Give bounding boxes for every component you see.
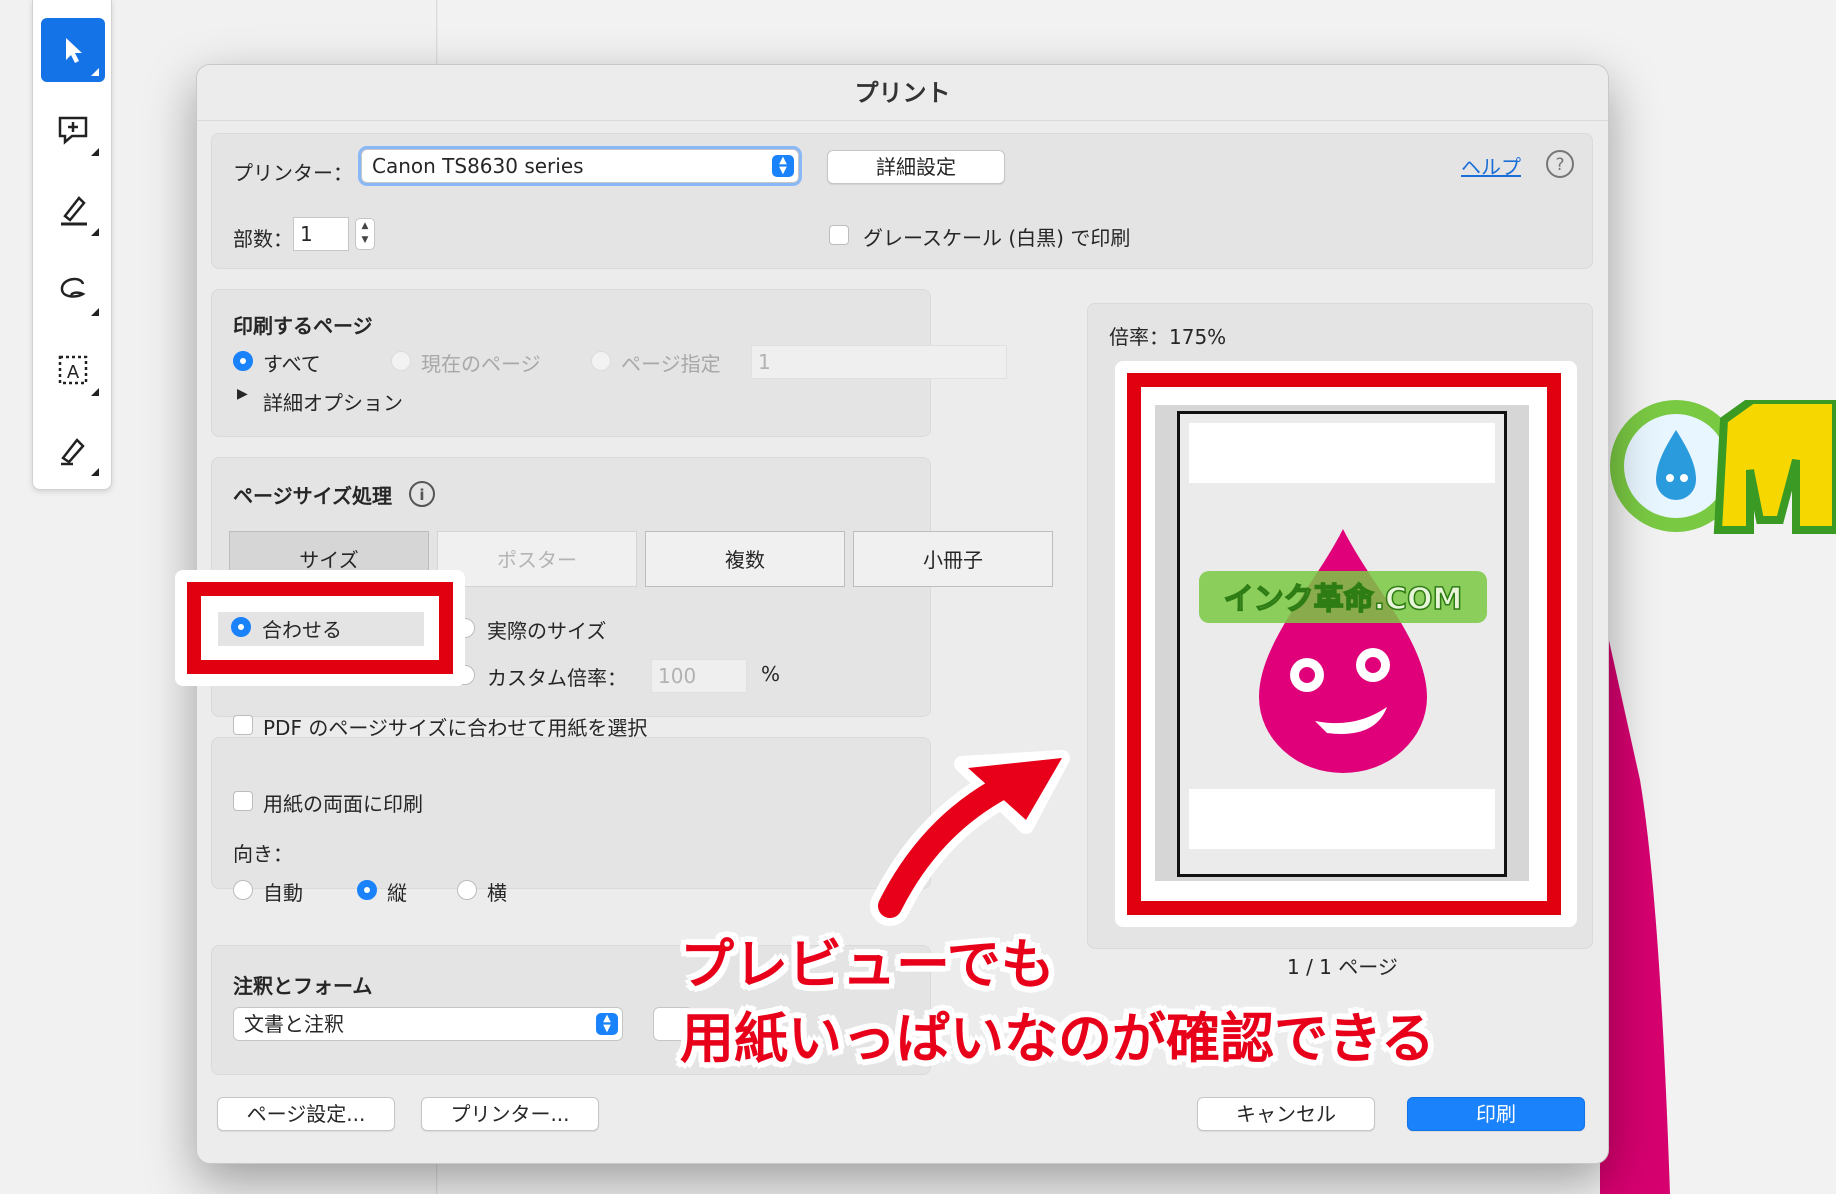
background-logo-art (1600, 400, 1836, 1194)
percent-label: % (761, 662, 781, 686)
orientation-landscape-label: 横 (487, 881, 507, 905)
copies-stepper[interactable]: ▲ ▼ (355, 218, 375, 250)
svg-text:?: ? (1555, 155, 1564, 175)
pages-range-label: ページ指定 (621, 352, 721, 376)
copies-input[interactable]: 1 (293, 217, 349, 251)
orientation-portrait-radio[interactable] (357, 880, 377, 900)
select-tool[interactable] (41, 18, 105, 82)
page-size-title: ページサイズ処理 (233, 484, 392, 508)
pen-sign-icon (61, 438, 85, 466)
pages-range-radio[interactable] (591, 351, 611, 371)
printer-value: Canon TS8630 series (372, 154, 584, 178)
grayscale-label: グレースケール (白黒) で印刷 (863, 226, 1131, 250)
comments-select[interactable]: 文書と注釈 ▲ ▼ (233, 1007, 623, 1041)
text-box-icon: A (58, 355, 88, 385)
pages-current-label: 現在のページ (421, 352, 541, 376)
orientation-portrait-label: 縦 (387, 881, 407, 905)
sign-tool[interactable] (41, 418, 105, 482)
comments-title: 注釈とフォーム (233, 974, 373, 998)
orientation-auto-label: 自動 (263, 881, 303, 905)
printer-select[interactable]: Canon TS8630 series ▲ ▼ (361, 149, 799, 183)
select-arrows-icon: ▲ ▼ (772, 155, 794, 177)
custom-scale-label: カスタム倍率： (487, 666, 627, 690)
dialog-title: プリント (197, 65, 1608, 121)
question-circle-icon[interactable]: ? (1545, 149, 1575, 179)
highlighter-icon (61, 196, 87, 226)
highlight-tool[interactable] (41, 178, 105, 242)
svg-text:A: A (67, 362, 80, 383)
annotation-arrow-icon (870, 750, 1070, 926)
pages-section-title: 印刷するページ (233, 314, 373, 338)
printer-button[interactable]: プリンター... (421, 1097, 599, 1131)
pages-all-radio[interactable] (233, 351, 253, 371)
draw-tool[interactable] (41, 258, 105, 322)
tool-palette: A (32, 0, 112, 490)
freehand-draw-icon (60, 277, 86, 298)
print-button[interactable]: 印刷 (1407, 1097, 1585, 1131)
choose-paper-checkbox[interactable] (233, 715, 253, 735)
annotation-line-1: プレビューでも (680, 933, 1055, 996)
disclosure-triangle-icon[interactable]: ▶ (237, 386, 248, 402)
comment-add-icon (58, 116, 88, 145)
actual-size-label: 実際のサイズ (487, 619, 607, 643)
orientation-landscape-radio[interactable] (457, 880, 477, 900)
tab-poster[interactable]: ポスター (437, 531, 637, 587)
duplex-checkbox[interactable] (233, 791, 253, 811)
advanced-settings-button[interactable]: 詳細設定 (827, 150, 1005, 184)
help-link[interactable]: ヘルプ (1461, 151, 1521, 180)
preview-scale: 倍率：175% (1109, 325, 1227, 349)
tab-multiple[interactable]: 複数 (645, 531, 845, 587)
more-options-label[interactable]: 詳細オプション (263, 387, 403, 416)
pages-all-label: すべて (263, 352, 321, 376)
pages-current-radio[interactable] (391, 351, 411, 371)
text-box-tool[interactable]: A (41, 338, 105, 402)
custom-scale-input[interactable]: 100 (651, 659, 747, 693)
comments-value: 文書と注釈 (244, 1012, 344, 1036)
printer-label: プリンター： (233, 161, 353, 185)
duplex-label: 用紙の両面に印刷 (263, 792, 423, 816)
pointer-icon (66, 38, 82, 63)
cancel-button[interactable]: キャンセル (1197, 1097, 1375, 1131)
svg-text:i: i (419, 486, 424, 504)
orientation-auto-radio[interactable] (233, 880, 253, 900)
pages-range-input[interactable]: 1 (751, 345, 1007, 379)
preview-highlight-box (1127, 373, 1561, 915)
orientation-label: 向き： (233, 842, 293, 866)
select-arrows-icon: ▲ ▼ (596, 1013, 618, 1035)
add-comment-tool[interactable] (41, 98, 105, 162)
copies-label: 部数： (233, 227, 293, 251)
info-icon[interactable]: i (407, 479, 437, 509)
grayscale-checkbox[interactable] (829, 225, 849, 245)
fit-highlight-box (187, 582, 453, 674)
tab-booklet[interactable]: 小冊子 (853, 531, 1053, 587)
annotation-callout: プレビューでも 用紙いっぱいなのが確認できる (680, 928, 1435, 1076)
annotation-line-2: 用紙いっぱいなのが確認できる (680, 1007, 1435, 1070)
page-setup-button[interactable]: ページ設定... (217, 1097, 395, 1131)
